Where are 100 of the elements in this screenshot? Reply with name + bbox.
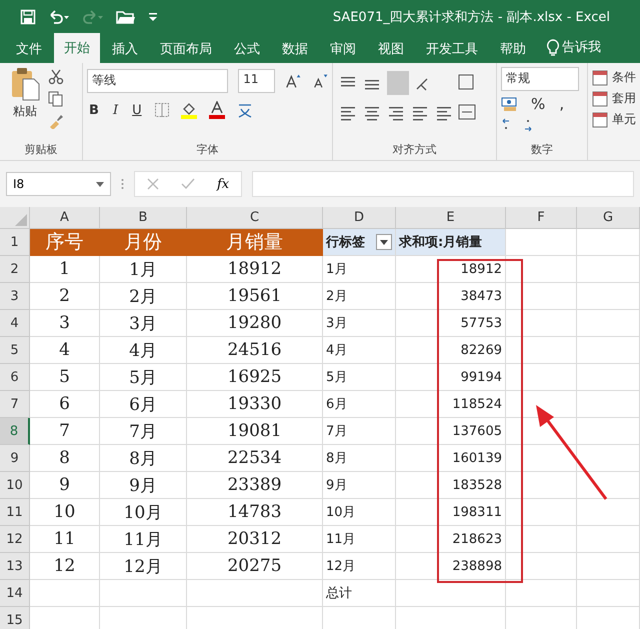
- table-cell: 11: [54, 529, 76, 549]
- paste-button[interactable]: 粘贴: [13, 103, 37, 120]
- table-cell-text: 7月: [326, 423, 348, 440]
- ribbon-tab[interactable]: 文件: [6, 35, 52, 63]
- table-cell: 18912: [460, 262, 502, 276]
- format-painter-icon[interactable]: [48, 113, 64, 129]
- row-header[interactable]: 4: [0, 310, 30, 337]
- folder-icon[interactable]: [116, 8, 136, 24]
- table-cell: 7: [59, 421, 70, 441]
- italic-button[interactable]: I: [110, 102, 120, 118]
- table-cell-text: 5月: [129, 366, 157, 388]
- table-cell-text: 行标签: [326, 234, 365, 251]
- ribbon-tab[interactable]: 开始: [54, 33, 100, 63]
- column-header[interactable]: G: [577, 207, 640, 229]
- table-cell-text: 9月: [129, 474, 157, 496]
- save-icon[interactable]: [20, 8, 36, 24]
- copy-icon[interactable]: [48, 91, 64, 107]
- row-header[interactable]: 7: [0, 391, 30, 418]
- row-header[interactable]: 5: [0, 337, 30, 364]
- styles-button[interactable]: 套用: [612, 90, 636, 107]
- ribbon-tab[interactable]: 公式: [224, 35, 270, 63]
- table-cell: 19081: [227, 421, 282, 441]
- row-header[interactable]: 9: [0, 445, 30, 472]
- row-header[interactable]: 2: [0, 256, 30, 283]
- row-header[interactable]: 14: [0, 580, 30, 607]
- window-title: SAE071_四大累计求和方法 - 副本.xlsx - Excel: [332, 8, 610, 26]
- table-cell: 20312: [227, 529, 282, 549]
- table-cell-text: 12月: [124, 556, 162, 578]
- column-header[interactable]: C: [187, 207, 323, 229]
- lightbulb-icon: [546, 39, 560, 57]
- number-format-dropdown[interactable]: 常规: [501, 67, 580, 91]
- underline-button[interactable]: U: [130, 102, 144, 118]
- table-cell: 99194: [460, 370, 502, 384]
- ribbon-tab[interactable]: 数据: [272, 35, 318, 63]
- border-icon[interactable]: [154, 102, 170, 118]
- table-cell: 23389: [227, 475, 282, 495]
- comma-button[interactable]: ,: [557, 95, 566, 113]
- font-size-dropdown[interactable]: 11: [238, 69, 276, 93]
- row-header[interactable]: 10: [0, 472, 30, 499]
- styles-button[interactable]: 条件: [612, 69, 636, 86]
- table-cell-text: 月销量: [226, 230, 283, 255]
- ribbon-tab[interactable]: 页面布局: [150, 35, 222, 63]
- filter-dropdown-icon[interactable]: [376, 234, 392, 250]
- column-header[interactable]: F: [506, 207, 577, 229]
- group-label: 剪贴板: [24, 142, 59, 158]
- bold-button[interactable]: B: [87, 102, 101, 118]
- ribbon-tab[interactable]: 开发工具: [416, 35, 488, 63]
- table-cell: 19561: [227, 286, 282, 306]
- column-header[interactable]: A: [30, 207, 100, 229]
- column-header[interactable]: D: [323, 207, 396, 229]
- font-color-icon[interactable]: [208, 101, 226, 119]
- row-header[interactable]: 6: [0, 364, 30, 391]
- tell-me-search[interactable]: 告诉我: [562, 38, 601, 56]
- fill-color-icon[interactable]: [180, 101, 198, 119]
- table-cell: 12: [54, 556, 76, 576]
- table-cell: 118524: [452, 396, 502, 412]
- table-cell-text: 12月: [326, 558, 356, 575]
- style-icon[interactable]: [592, 70, 608, 86]
- row-header[interactable]: 15: [0, 607, 30, 629]
- table-cell-text: 2月: [326, 288, 348, 305]
- ribbon-tab[interactable]: 审阅: [320, 35, 366, 63]
- table-cell: 6: [59, 394, 70, 414]
- row-header[interactable]: 12: [0, 526, 30, 553]
- styles-button[interactable]: 单元: [612, 111, 636, 128]
- currency-icon[interactable]: [501, 96, 520, 112]
- table-cell-text: 总计: [326, 585, 352, 602]
- scissors-icon[interactable]: [48, 69, 64, 85]
- percent-button[interactable]: %: [529, 95, 548, 113]
- decrease-font-size-icon[interactable]: [312, 73, 328, 89]
- table-cell: 24516: [227, 340, 282, 360]
- table-cell-text: 序号: [46, 230, 84, 255]
- table-cell: 20275: [227, 556, 282, 576]
- font-name-dropdown[interactable]: 等线: [87, 69, 228, 93]
- table-cell: 19330: [227, 394, 282, 414]
- row-header[interactable]: 1: [0, 229, 30, 256]
- row-header[interactable]: 13: [0, 553, 30, 580]
- dropdown-icon[interactable]: [96, 182, 104, 186]
- table-cell: 22534: [227, 448, 282, 468]
- ribbon-tab[interactable]: 视图: [368, 35, 414, 63]
- insert-function-button[interactable]: fx: [217, 176, 230, 192]
- undo-icon[interactable]: [48, 8, 70, 24]
- style-icon[interactable]: [592, 112, 608, 128]
- name-box[interactable]: I8: [6, 172, 111, 196]
- row-header[interactable]: 11: [0, 499, 30, 526]
- ribbon-tab[interactable]: 帮助: [490, 35, 536, 63]
- style-icon[interactable]: [592, 90, 608, 106]
- table-cell: 137605: [452, 424, 502, 438]
- table-cell-text: 11月: [124, 528, 162, 550]
- column-header[interactable]: E: [396, 207, 506, 229]
- formula-input[interactable]: [252, 171, 634, 197]
- row-header[interactable]: 3: [0, 283, 30, 310]
- table-cell: 4: [59, 340, 70, 360]
- increase-font-size-icon[interactable]: [285, 73, 302, 89]
- row-header[interactable]: 8: [0, 418, 30, 445]
- table-cell-text: 9月: [326, 477, 348, 494]
- paste-icon[interactable]: [10, 67, 40, 101]
- customize-toolbar-icon[interactable]: [148, 10, 158, 22]
- table-cell-text: 求和项:月销量: [399, 234, 482, 251]
- column-header[interactable]: B: [100, 207, 187, 229]
- ribbon-tab[interactable]: 插入: [102, 35, 148, 63]
